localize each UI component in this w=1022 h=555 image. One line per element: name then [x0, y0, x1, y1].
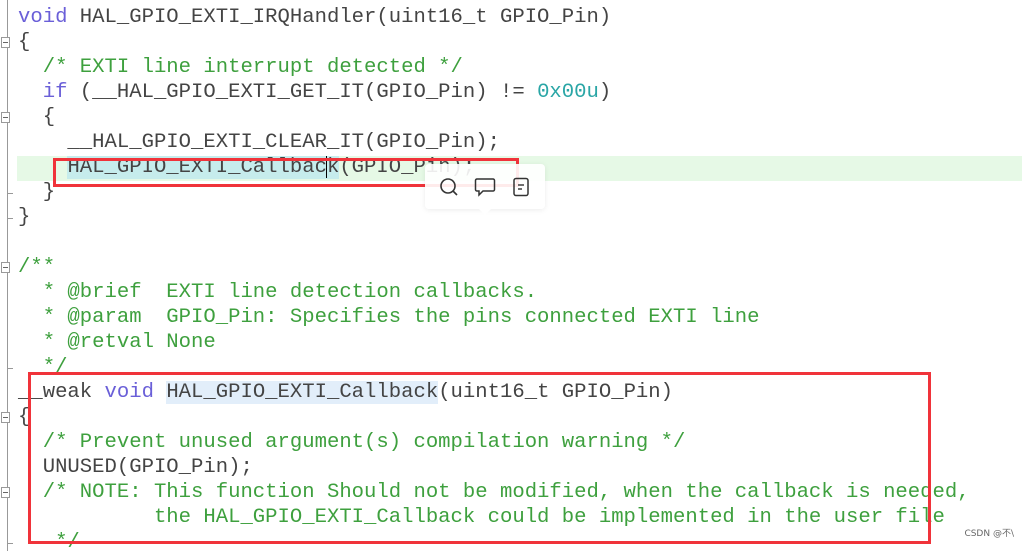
fold-end-marker — [7, 543, 13, 544]
code-token: { — [18, 31, 31, 54]
code-token: 0x00u — [537, 81, 599, 104]
code-token: HAL_GPIO_EXTI_IRQHandler(uint16_t GPIO_P… — [67, 6, 612, 29]
code-token: } — [18, 206, 31, 229]
fold-toggle[interactable] — [1, 37, 10, 48]
code-line: __HAL_GPIO_EXTI_CLEAR_IT(GPIO_Pin); — [18, 130, 970, 155]
fold-toggle[interactable] — [1, 262, 10, 273]
code-line: * @brief EXTI line detection callbacks. — [18, 280, 970, 305]
code-token: * @param GPIO_Pin: Specifies the pins co… — [18, 306, 760, 329]
fold-toggle[interactable] — [1, 412, 10, 423]
code-line: if (__HAL_GPIO_EXTI_GET_IT(GPIO_Pin) != … — [18, 80, 970, 105]
code-line: { — [18, 30, 970, 55]
code-token: * @brief EXTI line detection callbacks. — [18, 281, 538, 304]
fold-gutter — [7, 0, 8, 551]
code-token: (__HAL_GPIO_EXTI_GET_IT(GPIO_Pin) != — [67, 81, 538, 104]
code-line: { — [18, 105, 970, 130]
note-icon[interactable] — [510, 176, 532, 198]
fold-toggle[interactable] — [1, 487, 10, 498]
code-token: __HAL_GPIO_EXTI_CLEAR_IT(GPIO_Pin); — [18, 131, 500, 154]
fold-end-marker — [7, 193, 13, 194]
fold-toggle[interactable] — [1, 112, 10, 123]
fold-end-marker — [7, 218, 13, 219]
selection-toolbar — [425, 164, 545, 215]
fold-end-marker — [7, 368, 13, 369]
watermark: CSDN @不\ — [964, 529, 1014, 539]
code-token: /** — [18, 256, 56, 279]
code-line: * @param GPIO_Pin: Specifies the pins co… — [18, 305, 970, 330]
code-token: void — [18, 6, 68, 29]
code-token: } — [18, 181, 56, 204]
comment-icon[interactable] — [474, 176, 496, 198]
annotation-box-weak-callback — [28, 372, 931, 544]
code-token: * @retval None — [18, 331, 216, 354]
code-line: * @retval None — [18, 330, 970, 355]
code-line: /* EXTI line interrupt detected */ — [18, 55, 970, 80]
search-icon[interactable] — [438, 176, 460, 198]
code-line: /** — [18, 255, 970, 280]
code-token: ) — [598, 81, 612, 104]
code-token: /* EXTI line interrupt detected */ — [18, 56, 463, 79]
code-token: if — [42, 81, 68, 104]
code-line: void HAL_GPIO_EXTI_IRQHandler(uint16_t G… — [18, 5, 970, 30]
code-token: { — [18, 106, 56, 129]
